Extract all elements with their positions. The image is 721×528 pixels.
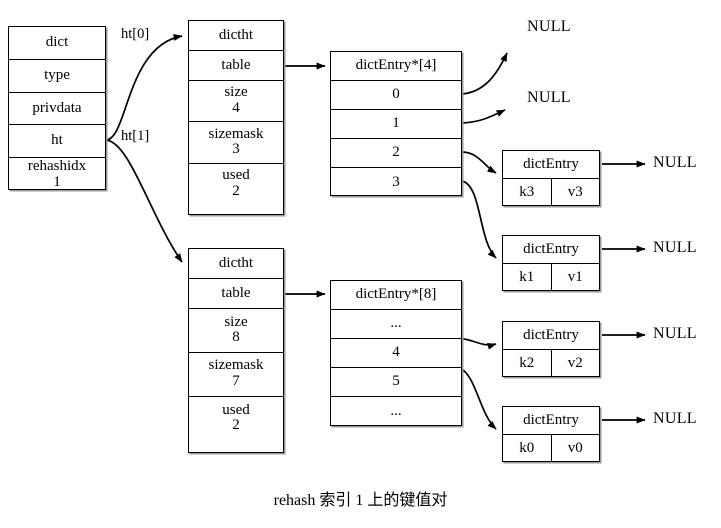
dictht-box-0: dictht table size 4 sizemask 3 used 2 [188,20,284,215]
edge-label-ht1: ht[1] [121,128,150,144]
null-label-bucket0: NULL [527,18,571,35]
dictht1-field-sizemask: sizemask 7 [189,353,283,397]
dict-field-rehashidx: rehashidx 1 [27,157,87,190]
dictht1-field-used: used 2 [222,401,250,434]
wire-ht0 [105,34,183,141]
wire-bucket1-null [461,109,506,124]
null-label-entry2: NULL [653,325,697,342]
null-label-entry3: NULL [653,410,697,427]
dictht1-title: dictht [189,249,283,279]
dictht0-title: dictht [189,21,283,51]
dict-entry-3-key: k0 [503,435,552,462]
dictht1-field-table: table [189,279,283,309]
dict-field-type: type [9,60,105,93]
dictht1-field-size: size 8 [189,309,283,353]
bucket-array-1: dictEntry*[8] ... 4 5 ... [330,280,462,426]
dict-entry-0-key: k3 [503,179,552,206]
wire-ht1 [105,139,183,263]
null-label-entry1: NULL [653,239,697,256]
dict-entry-node-3: dictEntry k0 v0 [502,406,600,462]
bucket-slot-1-1: 4 [331,339,461,368]
bucket-slot-0-0: 0 [331,81,461,110]
bucket-array-0: dictEntry*[4] 0 1 2 3 [330,51,462,196]
dict-field-name: dict [9,27,105,60]
wire-bucket4-entry [455,337,497,350]
dict-entry-1-value: v1 [567,268,583,285]
bucket-array-0-header: dictEntry*[4] [331,52,461,81]
dictht0-field-size: size 4 [189,81,283,123]
bucket-slot-0-2: 2 [331,139,461,168]
wire-bucket2-entry [461,151,497,174]
dictht0-field-used: used 2 [222,167,250,200]
null-label-bucket1: NULL [527,89,571,106]
dict-entry-2-value: v2 [567,354,583,371]
dict-entry-0-title: dictEntry [503,151,599,179]
dict-entry-node-1: dictEntry k1 v1 [502,235,600,291]
dict-field-ht: ht [9,125,105,159]
dict-entry-2-title: dictEntry [503,322,599,350]
dict-entry-1-key: k1 [503,264,552,291]
dictht-box-1: dictht table size 8 sizemask 7 used 2 [188,248,284,453]
dict-entry-2-key: k2 [503,350,552,377]
bucket-slot-1-2: 5 [331,368,461,397]
dictht0-field-sizemask: sizemask 3 [189,122,283,164]
diagram-canvas: dict type privdata ht rehashidx 1 ht[0] … [0,0,721,528]
dict-field-privdata: privdata [9,93,105,126]
null-label-entry0: NULL [653,154,697,171]
dict-entry-1-title: dictEntry [503,236,599,264]
diagram-caption: rehash 索引 1 上的键值对 [273,492,448,509]
dictht0-field-table: table [189,51,283,81]
dict-entry-3-title: dictEntry [503,407,599,435]
dict-entry-3-value: v0 [567,439,583,456]
edge-label-ht0: ht[0] [121,26,150,42]
bucket-array-1-header: dictEntry*[8] [331,281,461,310]
bucket-slot-1-3: ... [390,402,402,419]
wire-bucket3-entry [461,180,497,259]
dict-entry-0-value: v3 [567,183,583,200]
dict-struct-box: dict type privdata ht rehashidx 1 [8,26,106,190]
dict-entry-node-2: dictEntry k2 v2 [502,321,600,377]
bucket-slot-0-1: 1 [331,110,461,139]
bucket-slot-1-0: ... [331,310,461,339]
wire-bucket0-null [461,52,508,95]
dict-entry-node-0: dictEntry k3 v3 [502,150,600,206]
bucket-slot-0-3: 3 [392,173,400,190]
wire-bucket5-entry [455,366,497,430]
